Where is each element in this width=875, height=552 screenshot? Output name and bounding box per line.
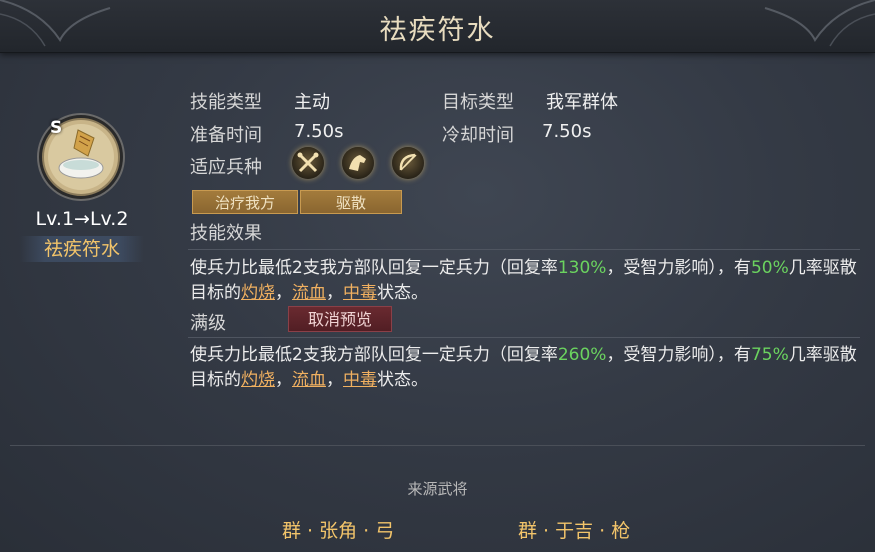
source-generals-title: 来源武将 bbox=[407, 480, 468, 498]
skill-level-text: Lv.1→Lv.2 bbox=[35, 208, 129, 230]
cancel-preview-button[interactable]: 取消预览 bbox=[288, 306, 392, 332]
title-bar: 祛疾符水 bbox=[0, 0, 875, 53]
max-heal-rate: 260% bbox=[557, 345, 607, 365]
skill-name: 祛疾符水 bbox=[20, 236, 144, 262]
prepare-time-value: 7.50s bbox=[294, 121, 344, 142]
effect-divider bbox=[188, 249, 860, 250]
max-keyword-bleed[interactable]: 流血 bbox=[292, 370, 326, 390]
cooldown-label: 冷却时间 bbox=[442, 125, 514, 146]
keyword-poison[interactable]: 中毒 bbox=[343, 283, 377, 303]
max-level-divider bbox=[188, 337, 860, 338]
effect-description: 使兵力比最低2支我方部队回复一定兵力（回复率130%，受智力影响），有50%几率… bbox=[190, 258, 857, 303]
heal-rate: 130% bbox=[557, 258, 607, 278]
section-divider bbox=[10, 445, 865, 446]
tag-dispel: 驱散 bbox=[300, 190, 402, 214]
skill-type-label: 技能类型 bbox=[190, 92, 262, 113]
dispel-chance: 50% bbox=[750, 258, 789, 278]
tag-heal: 治疗我方 bbox=[192, 190, 298, 214]
target-type-value: 我军群体 bbox=[546, 92, 618, 113]
troop-type-label: 适应兵种 bbox=[190, 157, 262, 178]
max-dispel-chance: 75% bbox=[750, 345, 789, 365]
corner-ornament-right bbox=[764, 0, 875, 47]
skill-rank-letter: S bbox=[50, 118, 63, 138]
spear-troop-icon[interactable] bbox=[292, 147, 324, 179]
page-title: 祛疾符水 bbox=[379, 15, 496, 46]
max-keyword-poison[interactable]: 中毒 bbox=[343, 370, 377, 390]
effect-label: 技能效果 bbox=[190, 223, 262, 244]
skill-icon[interactable]: S bbox=[36, 112, 126, 202]
keyword-bleed[interactable]: 流血 bbox=[292, 283, 326, 303]
skill-type-value: 主动 bbox=[294, 92, 330, 113]
keyword-burn[interactable]: 灼烧 bbox=[241, 283, 275, 303]
prepare-time-label: 准备时间 bbox=[190, 125, 262, 146]
archer-troop-icon[interactable] bbox=[392, 147, 424, 179]
max-keyword-burn[interactable]: 灼烧 bbox=[241, 370, 275, 390]
max-level-description: 使兵力比最低2支我方部队回复一定兵力（回复率260%，受智力影响），有75%几率… bbox=[190, 345, 857, 390]
cooldown-value: 7.50s bbox=[542, 121, 592, 142]
max-level-label: 满级 bbox=[190, 313, 226, 334]
target-type-label: 目标类型 bbox=[442, 92, 514, 113]
source-general-zhangjiao[interactable]: 群 · 张角 · 弓 bbox=[282, 516, 394, 543]
cavalry-troop-icon[interactable] bbox=[342, 147, 374, 179]
source-general-yuji[interactable]: 群 · 于吉 · 枪 bbox=[518, 516, 630, 543]
